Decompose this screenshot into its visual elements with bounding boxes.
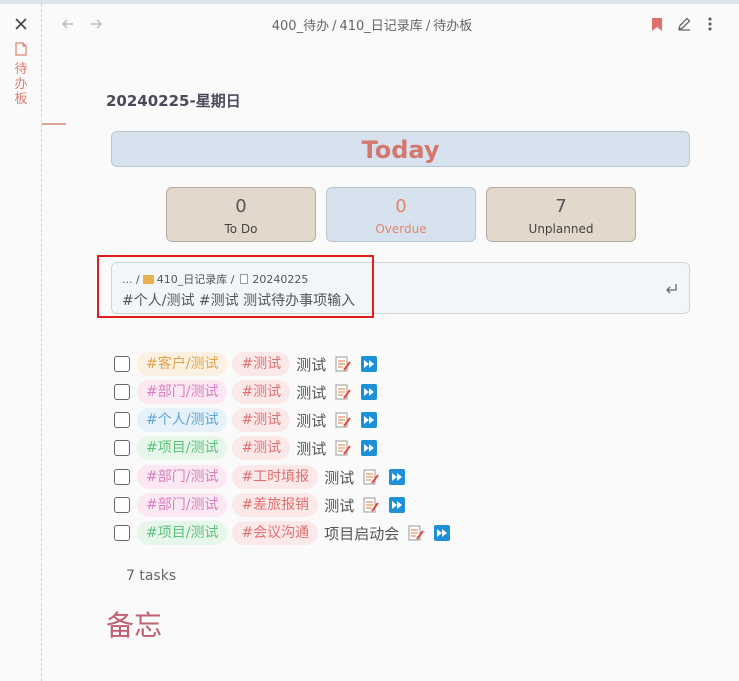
today-banner: Today xyxy=(111,131,690,167)
breadcrumb-item[interactable]: 410_日记录库 xyxy=(339,19,422,34)
note-icon[interactable] xyxy=(363,469,380,485)
task-tag[interactable]: #测试 xyxy=(232,436,291,460)
note-title-vertical[interactable]: 待办板 xyxy=(14,62,28,107)
close-icon[interactable] xyxy=(13,16,29,32)
page-title: 20240225-星期日 xyxy=(106,92,241,110)
play-icon[interactable] xyxy=(389,469,406,485)
note-icon[interactable] xyxy=(335,440,352,456)
task-tag[interactable]: #工时填报 xyxy=(232,465,319,489)
task-tag[interactable]: #部门/测试 xyxy=(137,465,228,489)
back-arrow-icon[interactable] xyxy=(60,16,76,32)
note-icon[interactable] xyxy=(335,412,352,428)
task-tag[interactable]: #客户/测试 xyxy=(137,352,228,376)
highlight-box xyxy=(97,255,374,318)
edit-icon[interactable] xyxy=(676,16,692,32)
task-tag[interactable]: #项目/测试 xyxy=(137,521,228,545)
task-tag[interactable]: #部门/测试 xyxy=(137,380,228,404)
app-root: 待办板 400_待办/410_日记录库 / 待办板 20240225-星期日 Tod… xyxy=(0,0,739,681)
left-sidebar: 待办板 xyxy=(0,4,42,681)
stat-label: To Do xyxy=(224,222,258,236)
task-text: 测试 xyxy=(296,439,327,458)
task-text: 测试 xyxy=(296,411,327,430)
task-checkbox[interactable] xyxy=(114,384,130,400)
bookmark-icon[interactable] xyxy=(650,17,664,32)
breadcrumb-item[interactable]: 400_待办 xyxy=(272,19,329,34)
task-text: 测试 xyxy=(296,355,327,374)
stat-label: Overdue xyxy=(375,222,427,236)
play-icon[interactable] xyxy=(361,356,378,372)
task-tag[interactable]: #部门/测试 xyxy=(137,493,228,517)
memo-heading: 备忘 xyxy=(106,609,163,642)
play-icon[interactable] xyxy=(361,440,378,456)
task-checkbox[interactable] xyxy=(114,497,130,513)
task-checkbox[interactable] xyxy=(114,525,130,541)
task-text: 测试 xyxy=(296,383,327,402)
task-tag[interactable]: #个人/测试 xyxy=(137,408,228,432)
task-checkbox[interactable] xyxy=(114,356,130,372)
play-icon[interactable] xyxy=(389,497,406,513)
note-icon[interactable] xyxy=(335,356,352,372)
task-text: 测试 xyxy=(324,468,355,487)
breadcrumb-item[interactable]: 待办板 xyxy=(433,19,472,34)
task-tag[interactable]: #测试 xyxy=(232,380,291,404)
file-icon xyxy=(15,42,27,56)
stat-value: 7 xyxy=(555,196,567,217)
forward-arrow-icon[interactable] xyxy=(88,16,104,32)
play-icon[interactable] xyxy=(361,384,378,400)
breadcrumb: 400_待办/410_日记录库 / 待办板 xyxy=(271,19,473,34)
task-tag[interactable]: #测试 xyxy=(232,352,291,376)
note-icon[interactable] xyxy=(335,384,352,400)
task-checkbox[interactable] xyxy=(114,412,130,428)
task-text: 测试 xyxy=(324,496,355,515)
note-icon[interactable] xyxy=(408,525,425,541)
stat-overdue[interactable]: 0 Overdue xyxy=(326,187,476,242)
stat-value: 0 xyxy=(395,196,407,217)
more-icon[interactable] xyxy=(706,16,714,32)
play-icon[interactable] xyxy=(361,412,378,428)
note-icon[interactable] xyxy=(363,497,380,513)
task-text: 项目启动会 xyxy=(324,524,400,543)
task-tag[interactable]: #项目/测试 xyxy=(137,436,228,460)
stat-todo[interactable]: 0 To Do xyxy=(166,187,316,242)
task-tag[interactable]: #会议沟通 xyxy=(232,521,319,545)
task-tag[interactable]: #差旅报销 xyxy=(232,493,319,517)
play-icon[interactable] xyxy=(434,525,451,541)
enter-icon[interactable] xyxy=(664,282,678,296)
header-bar: 400_待办/410_日记录库 / 待办板 xyxy=(42,4,739,44)
task-checkbox[interactable] xyxy=(114,440,130,456)
task-count: 7 tasks xyxy=(126,568,177,584)
task-tag[interactable]: #测试 xyxy=(232,408,291,432)
stat-unplanned[interactable]: 7 Unplanned xyxy=(486,187,636,242)
stat-label: Unplanned xyxy=(528,222,594,236)
task-checkbox[interactable] xyxy=(114,469,130,485)
heading-marker xyxy=(42,123,66,125)
stat-value: 0 xyxy=(235,196,247,217)
